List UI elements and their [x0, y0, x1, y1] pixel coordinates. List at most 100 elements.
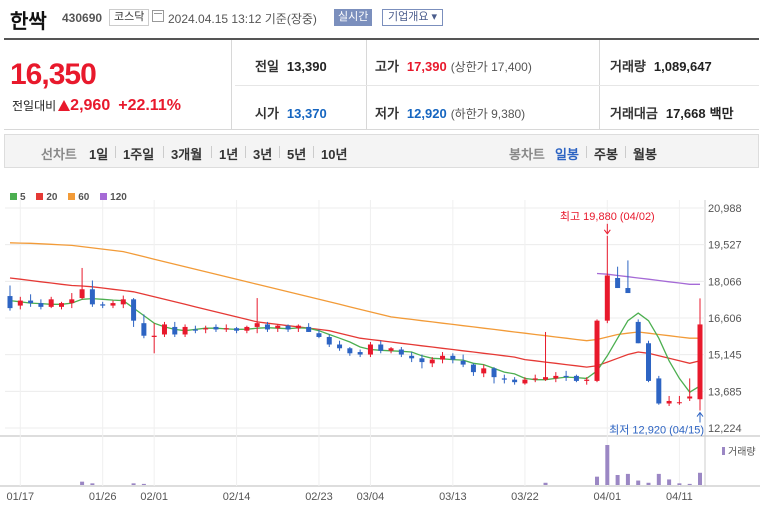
- candle-body: [89, 289, 95, 305]
- candle-body: [131, 299, 137, 321]
- y-tick-label: 20,988: [708, 203, 742, 215]
- volume-label: 거래량: [728, 446, 756, 458]
- candle-body: [419, 358, 425, 363]
- candle-body: [244, 326, 250, 331]
- y-tick-label: 16,606: [708, 313, 742, 325]
- candle-body: [440, 355, 446, 360]
- candle-body: [110, 303, 116, 306]
- volume-bar: [90, 483, 95, 485]
- candle-body: [7, 296, 13, 309]
- candle-body: [254, 323, 260, 327]
- y-tick-label: 15,145: [708, 350, 742, 362]
- volume-bar: [687, 483, 692, 485]
- candle-body: [306, 326, 312, 332]
- candle-body: [213, 326, 219, 330]
- candle-body: [470, 364, 476, 373]
- candle-body: [285, 325, 291, 330]
- candle-body: [58, 303, 64, 307]
- low-annotation: 최저 12,920 (04/15): [609, 424, 704, 437]
- candle-body: [316, 333, 322, 337]
- candle-body: [501, 378, 507, 380]
- candle-body: [635, 321, 641, 344]
- candle-body: [512, 379, 518, 383]
- candle-body: [697, 324, 703, 400]
- x-tick-label: 02/14: [223, 491, 251, 503]
- candle-body: [378, 344, 384, 351]
- x-tick-label: 02/01: [140, 491, 168, 503]
- y-tick-label: 19,527: [708, 240, 742, 252]
- candle-body: [563, 375, 569, 378]
- candle-body: [234, 328, 240, 331]
- volume-bar: [80, 481, 85, 485]
- candle-body: [409, 355, 415, 359]
- x-tick-label: 04/01: [594, 491, 622, 503]
- candle-body: [625, 288, 631, 294]
- x-tick-label: 04/11: [666, 491, 693, 503]
- candle-body: [48, 299, 54, 307]
- candle-body: [172, 326, 178, 335]
- candle-body: [532, 378, 538, 380]
- candle-body: [553, 375, 559, 379]
- candle-body: [522, 379, 528, 384]
- volume-bar: [543, 482, 548, 485]
- volume-bar: [141, 483, 146, 485]
- volume-bar: [131, 483, 136, 485]
- candle-body: [460, 360, 466, 365]
- volume-bar: [667, 479, 672, 485]
- x-tick-label: 01/26: [89, 491, 117, 503]
- candle-body: [398, 349, 404, 355]
- candle-body: [347, 348, 353, 354]
- candle-body: [295, 325, 301, 329]
- ma120-line: [596, 272, 700, 285]
- candle-body: [100, 304, 106, 306]
- candle-body: [573, 375, 579, 381]
- volume-bar: [646, 482, 651, 485]
- candle-body: [182, 326, 188, 335]
- candle-body: [203, 328, 209, 330]
- volume-bar: [677, 483, 682, 485]
- candle-body: [429, 359, 435, 364]
- volume-bar: [636, 480, 641, 485]
- x-tick-label: 02/23: [305, 491, 333, 503]
- candle-body: [604, 275, 610, 321]
- y-tick-label: 12,224: [708, 423, 742, 435]
- y-tick-label: 18,066: [708, 276, 742, 288]
- candle-body: [656, 378, 662, 404]
- candle-body: [646, 343, 652, 381]
- candle-body: [543, 377, 549, 380]
- candle-body: [264, 324, 270, 330]
- candle-body: [491, 368, 497, 378]
- candle-body: [326, 336, 332, 345]
- candle-body: [161, 324, 167, 335]
- x-tick-label: 03/04: [357, 491, 385, 503]
- candle-body: [275, 325, 281, 329]
- candle-body: [676, 402, 682, 404]
- candle-body: [615, 277, 621, 289]
- candle-body: [357, 352, 363, 355]
- high-annotation: 최고 19,880 (04/02): [560, 210, 655, 223]
- volume-bar: [656, 473, 661, 485]
- candle-body: [79, 289, 85, 299]
- candle-body: [450, 355, 456, 360]
- volume-legend-swatch: [722, 447, 725, 455]
- candle-body: [594, 320, 600, 381]
- candle-body: [192, 329, 198, 331]
- candle-body: [584, 379, 590, 381]
- candle-body: [28, 300, 34, 304]
- volume-bar: [615, 475, 620, 485]
- candle-body: [151, 335, 157, 337]
- x-tick-label: 01/17: [7, 491, 35, 503]
- volume-bar: [605, 445, 610, 485]
- volume-bar: [625, 473, 630, 485]
- candlestick-chart[interactable]: 20,988 19,527 18,066 16,606 15,145 13,685 12,2…: [0, 0, 760, 511]
- candle-body: [120, 299, 126, 305]
- x-tick-label: 03/22: [511, 491, 539, 503]
- candle-body: [367, 344, 373, 355]
- volume-bar: [595, 476, 600, 485]
- candle-body: [388, 348, 394, 351]
- candle-body: [223, 328, 229, 330]
- candle-body: [687, 396, 693, 399]
- candle-body: [69, 299, 75, 304]
- candle-body: [666, 400, 672, 404]
- candle-body: [337, 344, 343, 349]
